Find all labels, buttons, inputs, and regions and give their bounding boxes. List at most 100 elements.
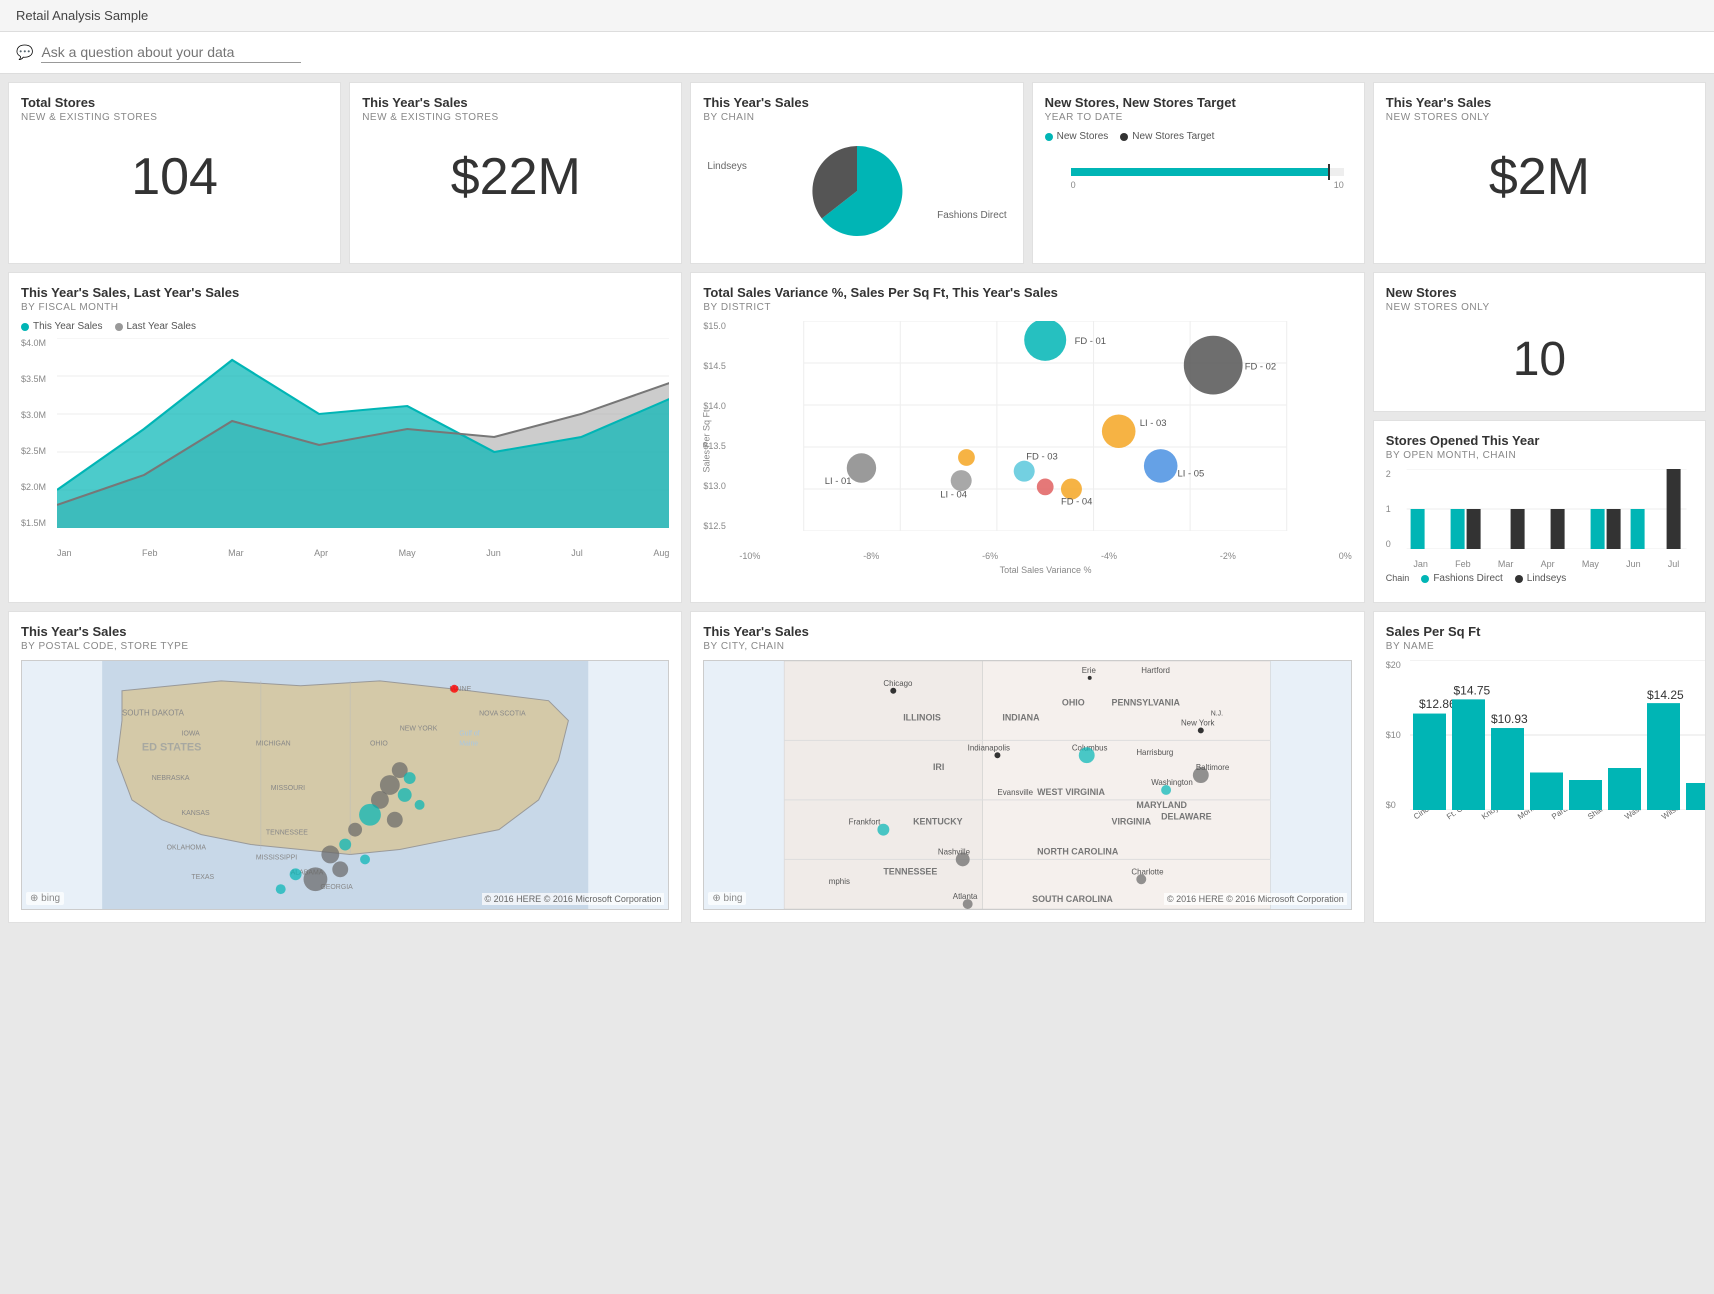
stores-opened-chart: 2 1 0 [1386, 469, 1693, 569]
bubble-15 [290, 868, 302, 880]
city-map-subtitle: BY CITY, CHAIN [703, 641, 1351, 652]
target-axis-0: 0 [1071, 180, 1076, 190]
map-text-dakota: SOUTH DAKOTA [122, 709, 185, 718]
city-map-copyright: © 2016 HERE © 2016 Microsoft Corporation [1164, 893, 1347, 905]
target-axis-10: 10 [1334, 180, 1344, 190]
bubble-fd01 [1025, 321, 1067, 361]
red-dot [450, 685, 458, 693]
bubble-label-li03: LI - 03 [1140, 418, 1167, 429]
card-sales-new-only: This Year's Sales NEW STORES ONLY $2M [1373, 82, 1706, 264]
bubble-label-fd04: FD - 04 [1061, 497, 1092, 508]
bubble-li02 [958, 449, 975, 466]
bar-feb-fd [1450, 509, 1464, 549]
legend-dot-fd [1421, 575, 1429, 583]
bubble-2 [404, 772, 416, 784]
indianapolis-label: Indianapolis [968, 743, 1010, 752]
chicago-dot [891, 688, 897, 694]
scatter-container: $15.0 $14.5 $14.0 $13.5 $13.0 $12.5 Sale… [703, 321, 1351, 561]
map-text-oklahoma: OKLAHOMA [167, 844, 207, 851]
district-subtitle: BY DISTRICT [703, 302, 1351, 313]
bubble-16 [276, 884, 286, 894]
bar-jan-fd [1410, 509, 1424, 549]
sales-new-existing-value: $22M [362, 131, 669, 223]
total-stores-subtitle: NEW & EXISTING STORES [21, 112, 328, 123]
map-text-texas: TEXAS [191, 874, 214, 881]
map-text-ohio: OHIO [370, 740, 388, 747]
sales-sqft-chart-container: $20 $10 $0 $12.86 $14.75 $10.93 [1386, 660, 1693, 860]
this-year-area [57, 360, 669, 528]
bubble-8 [387, 812, 403, 828]
iri-label: IRI [933, 762, 944, 772]
legend-label-target: New Stores Target [1132, 131, 1214, 142]
target-axis: 0 10 [1053, 180, 1344, 190]
sales-new-existing-title: This Year's Sales [362, 95, 669, 110]
x-label-monro: Monro... [1516, 810, 1545, 821]
hartford-label: Hartford [1142, 666, 1171, 675]
pie-label-lindseys: Lindseys [707, 161, 746, 172]
legend-new-stores: New Stores [1045, 131, 1109, 142]
target-bar-bg [1071, 168, 1344, 176]
legend-label-fd: Fashions Direct [1433, 573, 1502, 584]
sales-new-only-title: This Year's Sales [1386, 95, 1693, 110]
evansville-label: Evansville [998, 788, 1034, 797]
target-bar-row [1053, 168, 1344, 176]
bubble-6 [415, 800, 425, 810]
card-city-map: This Year's Sales BY CITY, CHAIN Chicago… [690, 611, 1364, 923]
map-text-newyork: NEW YORK [400, 725, 438, 732]
card-new-stores-num: New Stores NEW STORES ONLY 10 [1373, 272, 1706, 412]
bar-val-cincin: $12.86 [1419, 697, 1456, 711]
kentucky-label: KENTUCKY [914, 817, 964, 827]
bubble-13 [332, 861, 348, 877]
us-landmass [117, 681, 568, 855]
scatter-svg: FD - 01 FD - 02 LI - 01 LI - 03 L [739, 321, 1351, 531]
nashville-bubble [956, 852, 970, 866]
postal-map-subtitle: BY POSTAL CODE, STORE TYPE [21, 641, 669, 652]
card-sales-sqft: Sales Per Sq Ft BY NAME $20 $10 $0 $12.8… [1373, 611, 1706, 923]
new-stores-num-title: New Stores [1386, 285, 1693, 300]
bar-val-ftogl: $14.75 [1453, 684, 1490, 698]
legend-label-new-stores: New Stores [1057, 131, 1109, 142]
new-stores-target-subtitle: YEAR TO DATE [1045, 112, 1352, 123]
legend-dot-lindseys [1515, 575, 1523, 583]
stores-opened-title: Stores Opened This Year [1386, 433, 1693, 448]
sales-by-chain-title: This Year's Sales [703, 95, 1010, 110]
illinois-label: ILLINOIS [904, 713, 942, 723]
legend-dot-target [1120, 133, 1128, 141]
legend-label-lindseys: Lindseys [1527, 573, 1566, 584]
y-axis-15m: $1.5M [21, 518, 57, 528]
harrisburg-label: Harrisburg [1137, 748, 1174, 757]
virginia-label: VIRGINIA [1112, 817, 1152, 827]
search-input[interactable] [41, 42, 301, 63]
sales-sqft-title: Sales Per Sq Ft [1386, 624, 1693, 639]
bubble-li04 [951, 470, 972, 491]
bubble-11 [321, 846, 339, 864]
legend-last-year: Last Year Sales [115, 321, 197, 332]
bar-knoyvil [1491, 728, 1524, 810]
city-map-area: Chicago Erie Hartford ILLINOIS INDIANA O… [703, 660, 1351, 910]
fiscal-month-title: This Year's Sales, Last Year's Sales [21, 285, 669, 300]
bubble-label-fd03: FD - 03 [1027, 452, 1058, 463]
charlotte-label: Charlotte [1132, 867, 1165, 876]
card-fiscal-month: This Year's Sales, Last Year's Sales BY … [8, 272, 682, 603]
northcarolina-label: NORTH CAROLINA [1038, 846, 1120, 856]
line-chart-svg [57, 338, 669, 528]
dashboard: Total Stores NEW & EXISTING STORES 104 T… [0, 74, 1714, 931]
y-axis-3m: $3.0M [21, 410, 57, 420]
legend-dot-new-stores [1045, 133, 1053, 141]
top-bar: Retail Analysis Sample [0, 0, 1714, 32]
bubble-10 [339, 839, 351, 851]
x-may: May [399, 548, 416, 558]
fiscal-month-legend: This Year Sales Last Year Sales [21, 321, 669, 332]
bar-may-fd [1590, 509, 1604, 549]
x-jun: Jun [486, 548, 501, 558]
bar-chart-svg [1400, 469, 1693, 549]
card-total-stores: Total Stores NEW & EXISTING STORES 104 [8, 82, 341, 264]
chain-label: Chain [1386, 573, 1410, 584]
sales-new-only-subtitle: NEW STORES ONLY [1386, 112, 1693, 123]
bubble-li06 [1037, 479, 1054, 496]
pie-label-fashions: Fashions Direct [937, 210, 1006, 221]
map-text-mississippi: MISSISSIPPI [256, 854, 297, 861]
city-map-svg: Chicago Erie Hartford ILLINOIS INDIANA O… [704, 661, 1350, 909]
card-postal-map: This Year's Sales BY POSTAL CODE, STORE … [8, 611, 682, 923]
sales-new-existing-subtitle: NEW & EXISTING STORES [362, 112, 669, 123]
